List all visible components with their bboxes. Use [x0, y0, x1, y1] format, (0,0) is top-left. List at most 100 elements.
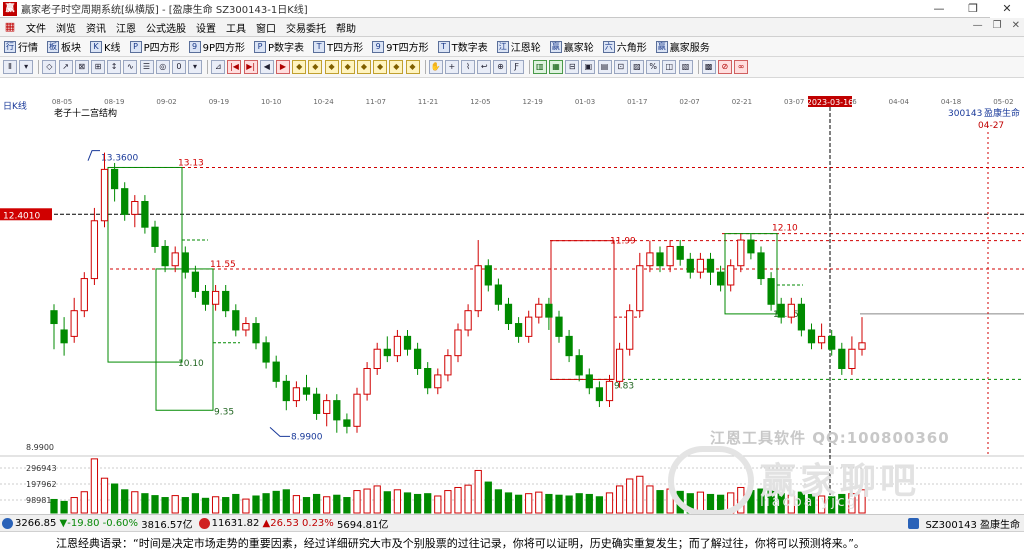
toolbar-button-9[interactable]: 江江恩轮 — [496, 39, 541, 54]
tool-icon-43[interactable]: ∞ — [734, 60, 749, 74]
tool-icon-13[interactable]: |◀ — [227, 60, 242, 74]
tool-icon-25[interactable]: ✋ — [428, 60, 443, 74]
volume-bar-47 — [525, 493, 533, 514]
candle-body-1 — [60, 329, 68, 344]
toolbar-button-1[interactable]: 板板块 — [47, 39, 81, 54]
menu-bar: ▦ 文件 浏览 资讯 江恩 公式选股 设置 工具 窗口 交易委托 帮助 — ❐ … — [0, 18, 1024, 37]
tool-icon-6[interactable]: ↕ — [107, 60, 122, 74]
volume-bar-58 — [636, 475, 644, 514]
tool-icon-12[interactable]: ⊿ — [211, 60, 226, 74]
minimize-button[interactable]: — — [922, 0, 956, 18]
tool-icon-18[interactable]: ◆ — [308, 60, 323, 74]
tool-icon-36[interactable]: ⊡ — [613, 60, 628, 74]
volume-bar-55 — [605, 492, 614, 514]
tool-icon-29[interactable]: ⊕ — [493, 60, 508, 74]
close-button[interactable]: ✕ — [990, 0, 1024, 18]
sh-index-status[interactable]: 3266.85 ▼-19.80 -0.60% 3816.57亿 — [2, 516, 193, 531]
tool-icon-26[interactable]: + — [444, 60, 459, 74]
tool-icon-4[interactable]: ⊠ — [74, 60, 89, 74]
tool-icon-9[interactable]: ◎ — [155, 60, 170, 74]
date-tick-18: 05-02 — [993, 98, 1013, 106]
menu-trade[interactable]: 交易委托 — [281, 20, 331, 35]
candle-icon: K — [90, 40, 102, 53]
candle-body-30 — [353, 393, 361, 427]
candle-body-10 — [151, 226, 159, 247]
tool-icon-32[interactable]: ▦ — [549, 60, 563, 74]
tool-icon-16[interactable]: ▶ — [276, 60, 290, 74]
menu-settings[interactable]: 设置 — [191, 20, 221, 35]
volume-axis-label-3: 98981 — [26, 496, 51, 505]
toolbar-button-2[interactable]: K K线 — [90, 39, 121, 54]
menu-info[interactable]: 资讯 — [81, 20, 111, 35]
tool-icon-28[interactable]: ↩ — [477, 60, 492, 74]
toolbar-button-8[interactable]: T T数字表 — [437, 39, 488, 54]
toolbar-button-11[interactable]: 六六角形 — [602, 39, 647, 54]
sz-index-status[interactable]: 11631.82 ▲26.53 0.23% 5694.81亿 — [198, 516, 388, 531]
mdi-close-button[interactable]: ✕ — [1012, 20, 1020, 31]
candle-body-65 — [706, 258, 715, 273]
volume-bar-51 — [565, 495, 573, 514]
tool-icon-20[interactable]: ◆ — [340, 60, 355, 74]
tool-icon-19[interactable]: ◆ — [324, 60, 339, 74]
tool-icon-23[interactable]: ◆ — [389, 60, 404, 74]
tool-icon-33[interactable]: ⊟ — [565, 60, 580, 74]
tool-icon-38[interactable]: % — [646, 60, 661, 74]
toolbar-button-3[interactable]: P P四方形 — [129, 39, 180, 54]
tool-icon-10[interactable]: 0 — [171, 60, 186, 74]
tool-icon-8[interactable]: ☰ — [139, 60, 154, 74]
gann-box-2 — [155, 268, 214, 411]
tool-icon-7[interactable]: ∿ — [123, 60, 138, 74]
tool-icon-42[interactable]: ⊘ — [717, 60, 732, 74]
tool-icon-5[interactable]: ⊞ — [90, 60, 105, 74]
menu-tools[interactable]: 工具 — [221, 20, 251, 35]
tool-icon-35[interactable]: ▤ — [597, 60, 612, 74]
candle-body-32 — [373, 348, 381, 370]
tool-icon-14[interactable]: ▶| — [243, 60, 258, 74]
toolbar-button-label: P数字表 — [268, 43, 305, 54]
tool-icon-21[interactable]: ◆ — [356, 60, 371, 74]
tool-icon-17[interactable]: ◆ — [292, 60, 307, 74]
tool-icon-2[interactable]: ◇ — [42, 60, 57, 74]
restore-button[interactable]: ❐ — [956, 0, 990, 18]
toolbar-button-10[interactable]: 赢赢家轮 — [549, 39, 594, 54]
tool-icon-31[interactable]: ▥ — [532, 60, 547, 74]
tool-icon-15[interactable]: ◀ — [259, 60, 274, 74]
mdi-minimize-button[interactable]: — — [973, 20, 983, 31]
tool-icon-11[interactable]: ▾ — [188, 60, 203, 74]
menu-window[interactable]: 窗口 — [251, 20, 281, 35]
toolbar-button-7[interactable]: 9 9T四方形 — [372, 39, 429, 54]
candle-body-39 — [444, 355, 452, 376]
tool-icon-30[interactable]: Ƒ — [509, 60, 524, 74]
toolbar-button-5[interactable]: P P数字表 — [254, 39, 304, 54]
volume-bar-40 — [454, 486, 462, 514]
toolbar-button-6[interactable]: T T四方形 — [313, 39, 363, 54]
candle-body-53 — [585, 374, 593, 389]
candle-body-3 — [80, 278, 88, 312]
tool-icon-37[interactable]: ▨ — [629, 60, 644, 74]
menu-gann[interactable]: 江恩 — [111, 20, 141, 35]
shenzhen-icon — [198, 517, 210, 529]
tool-icon-27[interactable]: ⌇ — [461, 60, 476, 74]
toolbar-button-4[interactable]: 9 9P四方形 — [188, 39, 245, 54]
toolbar-button-0[interactable]: 行行情 — [4, 39, 38, 54]
menu-help[interactable]: 帮助 — [331, 20, 361, 35]
tool-icon-3[interactable]: ↗ — [58, 60, 73, 74]
mdi-restore-button[interactable]: ❐ — [993, 20, 1002, 31]
toolbar-button-12[interactable]: 赢赢家服务 — [655, 39, 710, 54]
menu-file[interactable]: 文件 — [21, 20, 51, 35]
volume-axis-label-0: 8.9900 — [26, 443, 54, 452]
tool-icon-22[interactable]: ◆ — [373, 60, 388, 74]
menu-formula[interactable]: 公式选股 — [141, 20, 191, 35]
tool-icon-1[interactable]: ▾ — [19, 60, 34, 74]
tool-icon-39[interactable]: ◫ — [662, 60, 677, 74]
volume-bar-19 — [242, 498, 250, 514]
tool-icon-24[interactable]: ◆ — [405, 60, 420, 74]
tool-icon-34[interactable]: ▣ — [581, 60, 596, 74]
candle-body-24 — [292, 387, 301, 402]
grid-icon: 行 — [4, 40, 16, 53]
menu-browse[interactable]: 浏览 — [51, 20, 81, 35]
tool-icon-0[interactable]: Ⅱ — [3, 60, 17, 74]
volume-bar-50 — [555, 494, 563, 514]
tool-icon-41[interactable]: ▩ — [701, 60, 716, 74]
tool-icon-40[interactable]: ▧ — [678, 60, 693, 74]
